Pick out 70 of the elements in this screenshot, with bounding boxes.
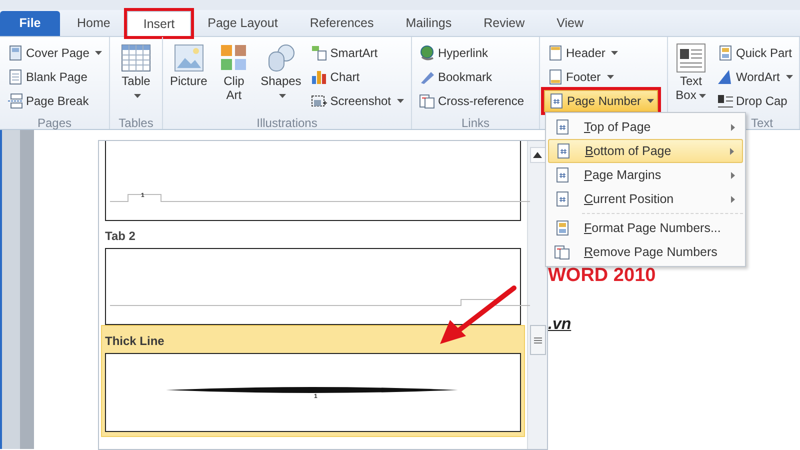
menu-item[interactable]: Bottom of Page xyxy=(548,139,743,163)
ribbon-button[interactable]: Header xyxy=(544,42,658,64)
ribbon-button[interactable]: Screenshot xyxy=(308,90,407,112)
ribbon-button[interactable]: Page Number xyxy=(544,90,658,112)
ribbon-tab[interactable]: References xyxy=(294,11,389,36)
ribbon-button[interactable]: Chart xyxy=(308,66,407,88)
ribbon-button[interactable]: Table xyxy=(114,40,158,114)
menu-item[interactable]: Current Position xyxy=(548,187,743,211)
table-icon xyxy=(120,42,152,74)
cross-reference-icon xyxy=(554,244,570,260)
ribbon-button[interactable]: Clip Art xyxy=(214,40,254,114)
ribbon-button[interactable]: Shapes xyxy=(258,40,304,114)
up-arrow-icon xyxy=(533,152,542,158)
menu-item[interactable]: Page Margins xyxy=(548,163,743,187)
grip-icon xyxy=(534,336,542,344)
document-heading: WORD 2010 xyxy=(548,264,657,288)
ribbon-button[interactable]: Cover Page xyxy=(4,42,106,64)
menu-item[interactable]: Format Page Numbers... xyxy=(548,216,743,240)
group-label: Links xyxy=(460,115,490,129)
ribbon-button[interactable]: Picture xyxy=(167,40,210,114)
ribbon-button[interactable]: Page Break xyxy=(4,90,106,112)
page-number-icon xyxy=(554,119,570,135)
page-number-icon xyxy=(548,93,564,109)
group-label: Pages xyxy=(36,115,73,129)
bar-chart-icon xyxy=(311,69,328,85)
group-label: Tables xyxy=(118,115,154,129)
ribbon-button[interactable]: Bookmark xyxy=(416,66,528,88)
ribbon-button[interactable]: Hyperlink xyxy=(416,42,528,64)
page-number-icon xyxy=(554,167,570,183)
ribbon-tab[interactable]: Home xyxy=(62,11,126,36)
drop-cap-icon xyxy=(717,93,733,109)
page-number-icon xyxy=(554,191,570,207)
ribbon-tab[interactable]: View xyxy=(542,11,598,36)
group-label: Illustrations xyxy=(256,115,318,129)
page-number-icon xyxy=(555,143,571,159)
text-box-icon xyxy=(675,42,707,74)
ribbon-tab[interactable]: Mailings xyxy=(390,11,467,36)
ribbon-tab[interactable]: Page Layout xyxy=(192,11,293,36)
picture-icon xyxy=(172,42,205,74)
footer-icon xyxy=(547,69,563,85)
ribbon-button[interactable]: Cross-reference xyxy=(416,90,528,112)
ribbon-tab[interactable]: Insert xyxy=(127,11,191,36)
page-icon xyxy=(7,69,23,85)
ribbon-tab[interactable]: Review xyxy=(468,11,540,36)
quick-parts-icon xyxy=(554,220,570,236)
ribbon-button[interactable]: Quick Part xyxy=(714,42,796,64)
quick-parts-icon xyxy=(717,45,733,61)
diagram-icon xyxy=(311,45,328,61)
menu-item[interactable]: Remove Page Numbers xyxy=(548,240,743,264)
ribbon-button[interactable]: Drop Cap xyxy=(714,90,796,112)
screenshot-icon xyxy=(311,93,328,109)
page-break-icon xyxy=(7,93,23,109)
group-label: Text xyxy=(750,115,773,129)
file-tab[interactable]: File xyxy=(0,11,60,36)
ribbon-button[interactable]: SmartArt xyxy=(308,42,407,64)
wordart-icon xyxy=(717,69,733,85)
bookmark-icon xyxy=(419,69,435,85)
ribbon-button[interactable]: WordArt xyxy=(714,66,796,88)
menu-item[interactable]: Top of Page xyxy=(548,115,743,139)
header-icon xyxy=(547,45,563,61)
scroll-thumb[interactable] xyxy=(530,325,546,355)
scroll-up-button[interactable] xyxy=(530,147,546,163)
gallery-item-title: Tab 2 xyxy=(105,228,136,245)
ribbon-button[interactable]: Blank Page xyxy=(4,66,106,88)
cross-reference-icon xyxy=(419,93,435,109)
ribbon-button[interactable]: Text Box xyxy=(672,40,710,114)
gallery-item-title: Thick Line xyxy=(105,333,166,350)
globe-icon xyxy=(419,45,435,61)
document-link-text: .vn xyxy=(548,314,572,334)
cover-page-icon xyxy=(7,45,23,61)
